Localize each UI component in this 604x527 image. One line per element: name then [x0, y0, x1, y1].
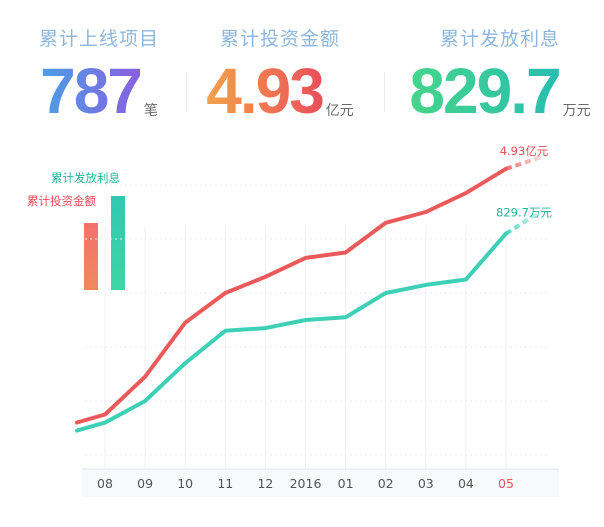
series-investment-end-label: 4.93亿元 — [500, 144, 549, 158]
x-tick-label: 2016 — [290, 476, 322, 491]
chart-end-labels: 4.93亿元 829.7万元 — [496, 144, 552, 220]
x-axis: 08 09 10 11 12 2016 01 02 03 04 05 — [82, 468, 559, 497]
chart-series — [75, 152, 550, 433]
x-tick-label: 03 — [418, 476, 434, 491]
x-tick-label: 09 — [137, 476, 153, 491]
x-tick-label: 11 — [217, 476, 233, 491]
x-tick-label: 12 — [257, 476, 273, 491]
x-tick-label: 05 — [498, 476, 514, 491]
x-tick-label: 04 — [458, 476, 474, 491]
series-interest-end-label: 829.7万元 — [496, 206, 552, 220]
x-tick-label: 02 — [378, 476, 394, 491]
chart-grid — [85, 184, 550, 469]
series-investment-line — [75, 166, 508, 425]
line-chart: 08 09 10 11 12 2016 01 02 03 04 05 4.93亿元 829.7万元 — [75, 144, 559, 497]
x-tick-label: 08 — [97, 476, 113, 491]
x-tick-label: 10 — [177, 476, 193, 491]
x-tick-label: 01 — [338, 476, 354, 491]
